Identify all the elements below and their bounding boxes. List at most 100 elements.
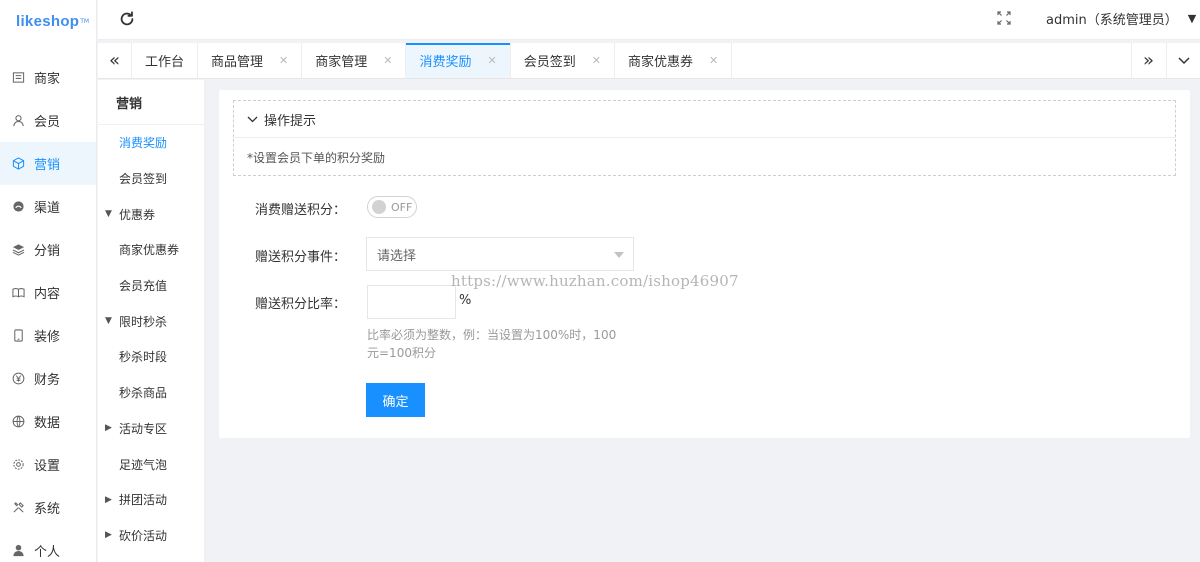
nav-item[interactable]: 会员 [0, 99, 96, 142]
submenu-item-label: 秒杀时段 [119, 350, 168, 365]
nav-item[interactable]: 个人 [0, 529, 96, 562]
app-logo[interactable]: likeshop TM [0, 0, 96, 42]
nav-item[interactable]: 营销 [0, 142, 96, 185]
tab[interactable]: 会员签到 ✕ [511, 43, 615, 78]
logo-tm: TM [80, 17, 90, 25]
submenu-item-label: 秒杀商品 [119, 386, 168, 401]
submenu-item-label: 会员签到 [119, 172, 168, 187]
switch-state: OFF [391, 200, 413, 214]
tablet-icon [11, 329, 25, 343]
switch-knob [372, 200, 386, 214]
tabs-scroll-right-icon[interactable]: » [1131, 43, 1165, 78]
settings-card: 操作提示 *设置会员下单的积分奖励 消费赠送积分： OFF 赠送积分事件： 请选… [219, 90, 1190, 438]
nav-item[interactable]: 设置 [0, 443, 96, 486]
nav-item-label: 会员 [34, 115, 61, 130]
submenu-item-label: 限时秒杀 [119, 314, 168, 329]
dropdown-arrow-icon [614, 252, 624, 258]
tools-icon [11, 501, 25, 515]
event-select[interactable]: 请选择 [366, 237, 634, 271]
tab-label: 商品管理 [211, 55, 264, 70]
caret-down-icon: ▼ [105, 209, 112, 220]
refresh-icon[interactable] [118, 10, 136, 28]
tab-label: 会员签到 [523, 55, 576, 70]
nav-item[interactable]: 财务 [0, 357, 96, 400]
tabs-scroll-left-icon[interactable]: « [98, 43, 132, 78]
submenu-item[interactable]: ▼ 限时秒杀 [98, 303, 204, 339]
tab[interactable]: 商品管理 ✕ [198, 43, 303, 78]
submenu-item[interactable]: ▶ 拼团活动 [98, 482, 204, 518]
tab-label: 消费奖励 [419, 55, 472, 70]
nav-item[interactable]: 渠道 [0, 185, 96, 228]
gift-points-label: 消费赠送积分： [254, 203, 346, 218]
submenu-item[interactable]: 会员充值 [98, 268, 204, 304]
yen-icon [11, 372, 25, 386]
ratio-hint: 比率必须为整数，例：当设置为100%时，100元=100积分 [367, 328, 617, 360]
gift-points-switch[interactable]: OFF [367, 196, 417, 218]
tab-list: 工作台 商品管理 ✕ 商家管理 ✕ 消费奖励 ✕ 会员签到 ✕ 商家优惠券 ✕ [132, 43, 733, 78]
close-icon[interactable]: ✕ [488, 54, 497, 67]
ratio-label: 赠送积分比率： [254, 297, 346, 312]
submenu-item-label: 砍价活动 [119, 528, 168, 543]
submenu-item[interactable]: 足迹气泡 [98, 446, 204, 482]
submenu-item-label: 会员充值 [119, 279, 168, 294]
nav-item[interactable]: 分销 [0, 228, 96, 271]
sub-sidebar: 营销 消费奖励会员签到 ▼ 优惠券商家优惠券会员充值 ▼ 限时秒杀秒杀时段秒杀商品 ▶ 活动… [98, 80, 205, 562]
nav-item-label: 内容 [34, 287, 61, 302]
store-icon [11, 71, 25, 85]
watermark-text: https://www.huzhan.com/ishop46907 [451, 272, 739, 290]
submenu-item[interactable]: ▶ 砍价活动 [98, 518, 204, 554]
channel-icon [11, 200, 25, 214]
close-icon[interactable]: ✕ [709, 54, 718, 67]
user-menu[interactable]: admin（系统管理员） ▼ [1046, 9, 1196, 28]
ratio-unit: % [459, 293, 472, 308]
main-sidebar: likeshop TM 商家会员营销渠道分销内容装修财务数据设置系统个人 [0, 0, 97, 562]
book-icon [11, 286, 25, 300]
tabs-menu-chevron-icon[interactable] [1166, 43, 1200, 78]
nav-item-label: 渠道 [34, 201, 61, 216]
nav-item-label: 财务 [34, 373, 61, 388]
nav-item-label: 系统 [34, 502, 61, 517]
ratio-input[interactable] [367, 285, 456, 319]
user-icon [11, 114, 25, 128]
nav-item-label: 数据 [34, 416, 61, 431]
submenu-list: 消费奖励会员签到 ▼ 优惠券商家优惠券会员充值 ▼ 限时秒杀秒杀时段秒杀商品 ▶ 活动专区足… [98, 125, 204, 553]
nav-item-label: 营销 [34, 158, 61, 173]
nav-item[interactable]: 内容 [0, 271, 96, 314]
submit-button[interactable]: 确定 [366, 383, 425, 417]
close-icon[interactable]: ✕ [383, 54, 392, 67]
tab-label: 商家优惠券 [627, 55, 693, 70]
submenu-item[interactable]: ▼ 优惠券 [98, 196, 204, 232]
submenu-item[interactable]: 秒杀时段 [98, 339, 204, 375]
submenu-item-label: 优惠券 [119, 207, 156, 222]
tips-title: 操作提示 [264, 113, 317, 129]
tab[interactable]: 消费奖励 ✕ [406, 43, 511, 78]
caret-down-icon: ▼ [105, 316, 112, 327]
submenu-item[interactable]: 会员签到 [98, 161, 204, 197]
main-nav: 商家会员营销渠道分销内容装修财务数据设置系统个人 [0, 56, 96, 562]
tab[interactable]: 商家优惠券 ✕ [615, 43, 733, 78]
submenu-title: 营销 [98, 80, 204, 125]
nav-item[interactable]: 装修 [0, 314, 96, 357]
tab[interactable]: 商家管理 ✕ [302, 43, 407, 78]
tabs-bar: « 工作台 商品管理 ✕ 商家管理 ✕ 消费奖励 ✕ 会员签到 ✕ 商家优惠券 ✕ » [98, 43, 1200, 79]
nav-item[interactable]: 数据 [0, 400, 96, 443]
nav-item-label: 个人 [34, 545, 61, 560]
submenu-item[interactable]: 商家优惠券 [98, 232, 204, 268]
event-select-placeholder: 请选择 [377, 248, 417, 264]
submenu-item[interactable]: ▶ 活动专区 [98, 411, 204, 447]
tab-label: 工作台 [145, 55, 185, 70]
submenu-item[interactable]: 消费奖励 [98, 125, 204, 161]
fullscreen-icon[interactable] [997, 11, 1011, 25]
tips-header[interactable]: 操作提示 [234, 101, 1175, 138]
nav-item[interactable]: 商家 [0, 56, 96, 99]
submenu-item[interactable]: 秒杀商品 [98, 375, 204, 411]
tab[interactable]: 工作台 [132, 43, 199, 78]
close-icon[interactable]: ✕ [592, 54, 601, 67]
close-icon[interactable]: ✕ [279, 54, 288, 67]
person-icon [11, 544, 25, 558]
submenu-item-label: 商家优惠券 [119, 243, 180, 258]
chevron-down-icon [247, 116, 258, 122]
event-label: 赠送积分事件： [254, 250, 346, 265]
nav-item[interactable]: 系统 [0, 486, 96, 529]
nav-item-label: 装修 [34, 330, 61, 345]
